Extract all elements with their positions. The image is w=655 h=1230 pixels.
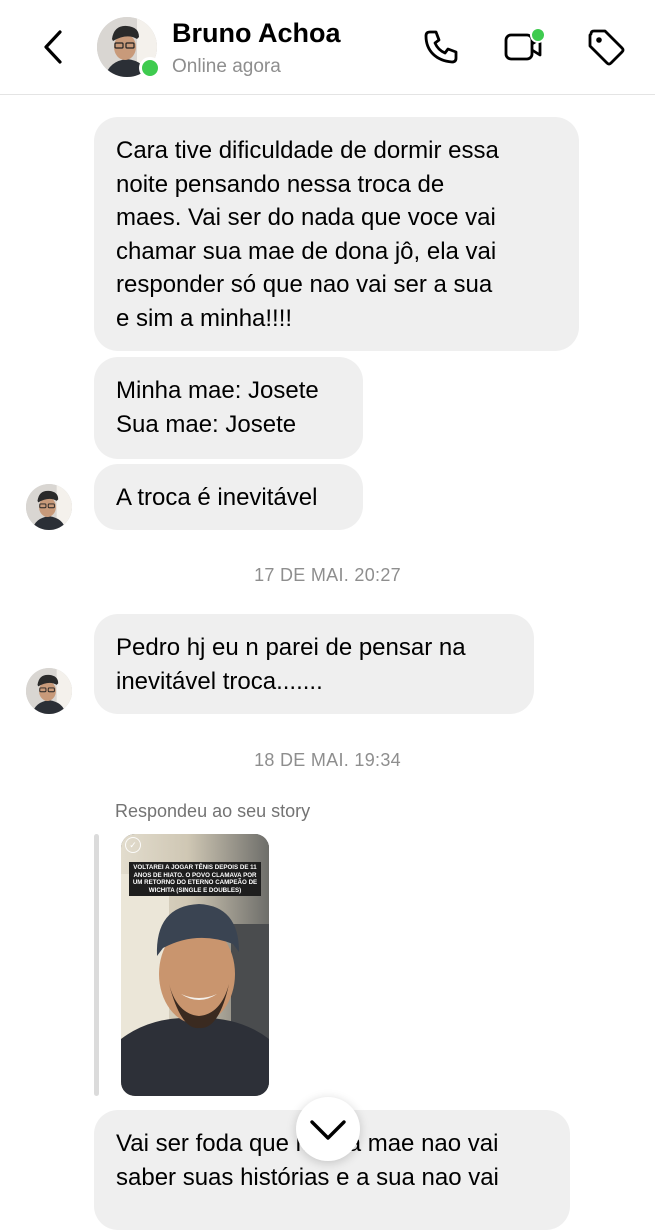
chevron-down-icon (310, 1120, 346, 1140)
message-bubble[interactable]: Pedro hj eu n parei de pensar na inevitá… (94, 614, 534, 714)
story-reply-label: Respondeu ao seu story (115, 801, 311, 821)
chat-header: Bruno Achoa Online agora (0, 0, 655, 95)
timestamp: 17 DE MAI. 20:27 (254, 565, 401, 585)
message-bubble[interactable]: A troca é inevitável (94, 464, 363, 530)
video-active-dot (530, 27, 546, 43)
timestamp: 18 DE MAI. 19:34 (254, 750, 401, 770)
scroll-to-bottom-button[interactable] (296, 1097, 360, 1161)
contact-avatar-small[interactable] (26, 668, 72, 714)
contact-name[interactable]: Bruno Achoa (172, 18, 341, 49)
story-thumbnail[interactable]: ✓ VOLTAREI A JOGAR TÊNIS DEPOIS DE 11 AN… (121, 834, 269, 1096)
contact-status: Online agora (172, 56, 281, 77)
check-icon: ✓ (125, 837, 141, 853)
tag-icon[interactable] (585, 26, 627, 68)
online-status-dot (139, 57, 161, 79)
contact-avatar-small[interactable] (26, 484, 72, 530)
story-caption: VOLTAREI A JOGAR TÊNIS DEPOIS DE 11 ANOS… (129, 862, 261, 896)
reply-indicator-bar (94, 834, 99, 1096)
message-bubble[interactable]: Cara tive dificuldade de dormir essa noi… (94, 117, 579, 351)
phone-icon[interactable] (420, 26, 462, 68)
message-bubble[interactable]: Minha mae: Josete Sua mae: Josete (94, 357, 363, 459)
chevron-left-icon[interactable] (36, 26, 72, 68)
